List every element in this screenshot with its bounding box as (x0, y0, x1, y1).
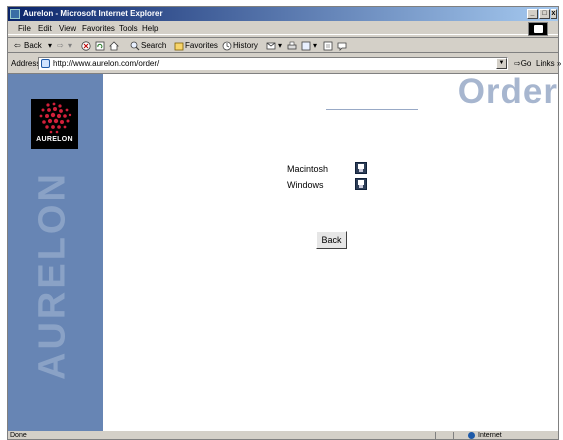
toolbar-history-button[interactable]: History (233, 41, 258, 50)
macintosh-download-icon[interactable] (355, 162, 367, 174)
history-icon[interactable] (222, 41, 232, 51)
home-icon[interactable] (109, 41, 119, 51)
status-zone: Internet (478, 432, 502, 439)
messenger-icon[interactable] (337, 41, 347, 51)
title-bar: Aurelon - Microsoft Internet Explorer _ … (8, 7, 558, 21)
print-icon[interactable] (287, 41, 297, 51)
minimize-button[interactable]: _ (527, 9, 538, 19)
logo-dot-pattern (39, 102, 72, 134)
standard-toolbar: ⇦ Back ▾ ⇨ ▾ Search Favorites History ▾ … (8, 37, 558, 53)
edit-dropdown-icon[interactable]: ▾ (313, 41, 317, 50)
status-divider (435, 432, 436, 440)
status-divider (453, 432, 454, 440)
stop-icon[interactable] (81, 41, 91, 51)
forward-arrow-icon[interactable]: ⇨ (57, 41, 64, 50)
mail-dropdown-icon[interactable]: ▾ (278, 41, 282, 50)
toolbar-back-button[interactable]: Back (24, 41, 42, 50)
macintosh-label: Macintosh (287, 164, 329, 174)
menu-bar: File Edit View Favorites Tools Help (8, 22, 558, 35)
maximize-button[interactable]: □ (539, 9, 550, 19)
menu-help[interactable]: Help (142, 24, 158, 33)
links-button[interactable]: Links » (536, 59, 561, 68)
favorites-icon[interactable] (174, 41, 184, 51)
address-label: Address (11, 59, 41, 68)
menu-favorites[interactable]: Favorites (82, 24, 115, 33)
windows-download-icon[interactable] (355, 178, 367, 190)
status-bar: Done Internet (8, 432, 558, 440)
menu-file[interactable]: File (18, 24, 31, 33)
browser-window: Aurelon - Microsoft Internet Explorer _ … (7, 6, 561, 440)
back-arrow-icon[interactable]: ⇦ (14, 41, 21, 50)
ie-app-icon[interactable] (10, 9, 20, 19)
page-viewport: AURELON AURELON Order Macintosh Windows … (8, 73, 558, 431)
discuss-icon[interactable] (323, 41, 333, 51)
search-icon[interactable] (130, 41, 140, 51)
back-button[interactable]: Back (316, 231, 347, 249)
refresh-icon[interactable] (95, 41, 105, 51)
go-arrow-icon: ⇨ (514, 59, 521, 68)
address-input[interactable]: http://www.aurelon.com/order/ (38, 57, 508, 70)
address-url: http://www.aurelon.com/order/ (53, 59, 160, 68)
mail-icon[interactable] (266, 41, 276, 51)
toolbar-search-button[interactable]: Search (141, 41, 166, 50)
aurelon-logo[interactable]: AURELON (31, 99, 78, 149)
windows-label: Windows (287, 180, 324, 190)
menu-view[interactable]: View (59, 24, 76, 33)
logo-text: AURELON (36, 136, 73, 143)
edit-icon[interactable] (301, 41, 311, 51)
toolbar-favorites-button[interactable]: Favorites (185, 41, 218, 50)
address-dropdown-icon[interactable]: ▼ (496, 58, 507, 69)
windows-logo-throbber (528, 22, 548, 36)
heading-underline (326, 109, 418, 110)
window-title: Aurelon - Microsoft Internet Explorer (23, 9, 163, 18)
page-ie-icon (41, 59, 50, 68)
forward-dropdown-icon[interactable]: ▾ (68, 41, 72, 50)
sidebar-brand-text: AURELON (31, 171, 74, 380)
go-label: Go (520, 59, 532, 68)
page-sidebar: AURELON AURELON (8, 74, 103, 431)
close-button[interactable]: x (551, 9, 557, 19)
address-bar: Address http://www.aurelon.com/order/ ▼ … (8, 56, 561, 71)
menu-tools[interactable]: Tools (119, 24, 138, 33)
dropdown-arrow-icon[interactable]: ▾ (48, 41, 52, 50)
internet-zone-icon (468, 432, 475, 439)
status-text: Done (10, 432, 27, 439)
go-button[interactable]: ⇨Go (514, 59, 531, 68)
menu-edit[interactable]: Edit (38, 24, 52, 33)
page-title: Order (457, 73, 558, 111)
